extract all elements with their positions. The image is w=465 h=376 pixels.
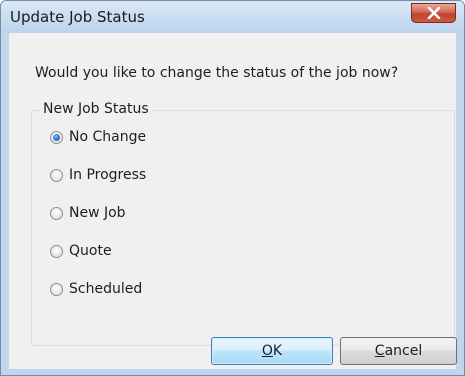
close-button[interactable] <box>411 3 456 23</box>
radio-in-progress[interactable]: In Progress <box>50 164 146 186</box>
radio-button[interactable] <box>50 206 63 220</box>
cancel-label-rest: ancel <box>384 343 423 359</box>
radio-new-job[interactable]: New Job <box>50 202 126 224</box>
ok-label-rest: K <box>272 343 283 359</box>
radio-label[interactable]: Scheduled <box>69 281 142 297</box>
radio-label[interactable]: No Change <box>69 129 146 145</box>
radio-button[interactable] <box>50 130 63 144</box>
radio-button[interactable] <box>50 168 63 182</box>
cancel-mnemonic: C <box>374 343 385 359</box>
dialog-body: Would you like to change the status of t… <box>9 33 456 369</box>
radio-label[interactable]: In Progress <box>69 167 146 183</box>
radio-label[interactable]: Quote <box>69 243 112 259</box>
prompt-text: Would you like to change the status of t… <box>35 65 399 81</box>
cancel-button[interactable]: Cancel <box>340 337 457 365</box>
update-job-status-dialog: Update Job Status Would you like to chan… <box>0 0 465 376</box>
ok-mnemonic: O <box>261 343 273 359</box>
title-bar[interactable]: Update Job Status <box>1 1 464 33</box>
ok-button[interactable]: OK <box>211 337 333 365</box>
new-job-status-group: New Job Status No Change In Progress New… <box>31 101 455 346</box>
radio-label[interactable]: New Job <box>69 205 126 221</box>
group-label: New Job Status <box>40 101 152 117</box>
close-x-icon <box>427 7 441 19</box>
radio-quote[interactable]: Quote <box>50 240 112 262</box>
radio-dot <box>53 133 60 141</box>
window-title: Update Job Status <box>10 8 145 26</box>
radio-no-change[interactable]: No Change <box>50 126 146 148</box>
radio-scheduled[interactable]: Scheduled <box>50 278 142 300</box>
radio-button[interactable] <box>50 244 63 258</box>
radio-button[interactable] <box>50 282 63 296</box>
